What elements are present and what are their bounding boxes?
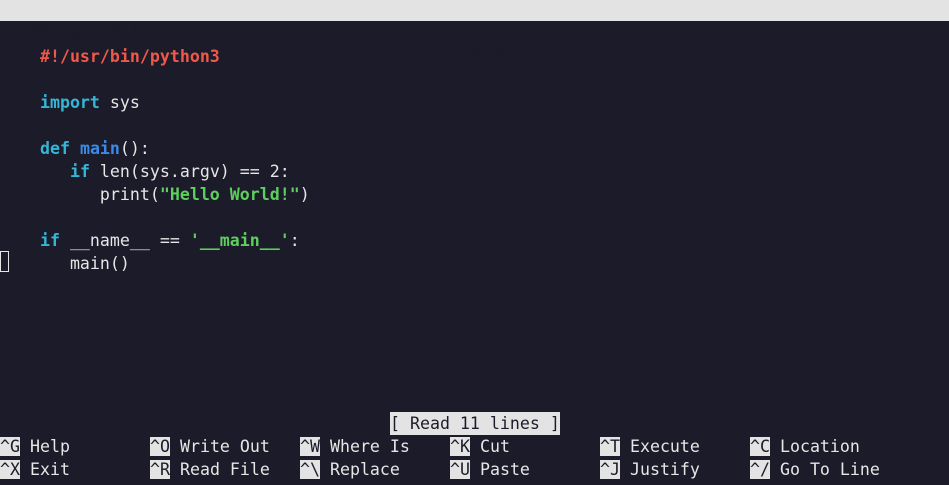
shortcut-key: ^K [450, 437, 470, 456]
shortcut-execute[interactable]: ^T Execute [600, 435, 700, 458]
status-message: [ Read 11 lines ] [390, 412, 560, 435]
shortcut-exit[interactable]: ^X Exit [0, 458, 70, 481]
shortcut-label: Justify [619, 460, 700, 479]
shortcut-label: Where Is [319, 437, 410, 456]
shortcut-key: ^R [150, 460, 170, 479]
code-line-3[interactable]: import sys [0, 68, 140, 112]
shortcut-key: ^C [750, 437, 770, 456]
shortcut-justify[interactable]: ^J Justify [600, 458, 700, 481]
shortcut-location[interactable]: ^C Location [750, 435, 860, 458]
string-literal: '__main__' [189, 231, 290, 250]
code-line-1[interactable]: #!/usr/bin/python3 [0, 22, 220, 66]
shortcut-key: ^J [600, 460, 620, 479]
keyword-import: import [39, 93, 100, 112]
shortcut-help[interactable]: ^G Help [0, 435, 70, 458]
shortcut-key: ^\ [300, 460, 320, 479]
shortcut-paste[interactable]: ^U Paste [450, 458, 530, 481]
print-call: print( [39, 185, 160, 204]
code-line-5[interactable]: def main(): [0, 114, 150, 158]
shortcut-key: ^/ [750, 460, 770, 479]
shortcut-label: Paste [469, 460, 530, 479]
shortcut-key: ^X [0, 460, 20, 479]
main-call: main() [39, 254, 130, 273]
shortcut-key: ^U [450, 460, 470, 479]
code-line-6[interactable]: if len(sys.argv) == 2: [0, 137, 290, 181]
shortcut-label: Exit [19, 460, 70, 479]
shortcut-label: Read File [169, 460, 270, 479]
shortcut-label: Replace [319, 460, 400, 479]
code-line-9[interactable]: if __name__ == '__main__': [0, 206, 300, 250]
shortcut-label: Go To Line [769, 460, 880, 479]
shebang: #!/usr/bin/python3 [39, 47, 220, 66]
code-line-7[interactable]: print("Hello World!") [0, 160, 310, 204]
shortcut-key: ^G [0, 437, 20, 456]
shortcut-where-is[interactable]: ^W Where Is [300, 435, 410, 458]
shortcut-go-to-line[interactable]: ^/ Go To Line [750, 458, 880, 481]
shortcut-write-out[interactable]: ^O Write Out [150, 435, 270, 458]
text-cursor [0, 251, 9, 272]
import-module: sys [99, 93, 140, 112]
shortcut-label: Execute [619, 437, 700, 456]
shortcut-label: Help [19, 437, 70, 456]
shortcut-cut[interactable]: ^K Cut [450, 435, 510, 458]
shortcut-replace[interactable]: ^\ Replace [300, 458, 400, 481]
shortcut-read-file[interactable]: ^R Read File [150, 458, 270, 481]
shortcut-key: ^T [600, 437, 620, 456]
shortcut-label: Location [769, 437, 860, 456]
file-name: a.py [470, 43, 510, 62]
shortcut-key: ^W [300, 437, 320, 456]
code-line-10[interactable]: main() [0, 229, 130, 273]
shortcut-key: ^O [150, 437, 170, 456]
shortcut-label: Write Out [169, 437, 270, 456]
shortcut-label: Cut [469, 437, 510, 456]
string-literal: "Hello World!" [159, 185, 300, 204]
title-bar: GNU nano 6.4 a.py [0, 0, 949, 62]
